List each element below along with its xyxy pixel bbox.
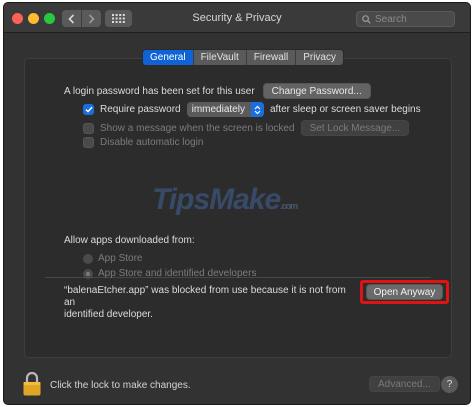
require-password-label: Require password <box>100 104 181 115</box>
watermark-logo: TipsMake.com <box>152 183 298 216</box>
search-input[interactable] <box>375 13 450 25</box>
require-password-checkbox[interactable] <box>83 104 94 115</box>
advanced-button[interactable]: Advanced... <box>369 376 440 392</box>
search-icon <box>362 14 371 24</box>
checkmark-icon <box>84 106 93 113</box>
lock-icon[interactable] <box>22 371 42 397</box>
radio-app-store-label: App Store <box>98 253 143 264</box>
disable-auto-login-label: Disable automatic login <box>100 137 204 148</box>
dropdown-arrows-icon <box>250 102 264 117</box>
radio-app-store-row: App Store <box>83 253 142 264</box>
help-button[interactable]: ? <box>441 376 458 393</box>
radio-identified-label: App Store and identified developers <box>98 268 257 279</box>
show-message-row: Show a message when the screen is locked… <box>83 120 410 136</box>
tab-filevault[interactable]: FileVault <box>192 50 246 65</box>
downloads-heading: Allow apps downloaded from: <box>64 235 195 246</box>
show-message-label: Show a message when the screen is locked <box>100 122 295 134</box>
login-password-row: A login password has been set for this u… <box>64 83 371 99</box>
blocked-message-line1: “balenaEtcher.app” was blocked from use … <box>64 285 346 308</box>
tab-firewall[interactable]: Firewall <box>245 50 295 65</box>
tab-privacy[interactable]: Privacy <box>295 50 343 65</box>
radio-app-store[interactable] <box>83 253 93 264</box>
require-password-dropdown[interactable]: immediately <box>186 102 264 117</box>
set-lock-message-button[interactable]: Set Lock Message... <box>300 120 410 136</box>
preferences-window: Security & Privacy General FileVault Fir… <box>3 2 471 405</box>
show-message-checkbox[interactable] <box>83 122 94 134</box>
tab-general[interactable]: General <box>143 50 193 65</box>
open-anyway-highlight: Open Anyway <box>360 280 449 304</box>
search-field[interactable] <box>356 11 455 27</box>
tab-bar: General FileVault Firewall Privacy <box>142 49 344 66</box>
lock-text: Click the lock to make changes. <box>50 380 191 391</box>
disable-auto-login-checkbox[interactable] <box>83 137 94 148</box>
dropdown-value: immediately <box>191 104 245 115</box>
login-password-text: A login password has been set for this u… <box>64 85 255 97</box>
blocked-message: “balenaEtcher.app” was blocked from use … <box>64 285 354 321</box>
radio-identified-row: App Store and identified developers <box>83 268 256 279</box>
require-password-suffix: after sleep or screen saver begins <box>269 104 421 115</box>
blocked-message-line2: identified developer. <box>64 309 153 320</box>
disable-auto-login-row: Disable automatic login <box>83 137 203 148</box>
change-password-button[interactable]: Change Password... <box>262 83 371 99</box>
title-bar: Security & Privacy <box>4 3 470 33</box>
downloads-heading-row: Allow apps downloaded from: <box>64 235 195 246</box>
open-anyway-button[interactable]: Open Anyway <box>365 284 444 300</box>
require-password-row: Require password immediately after sleep… <box>83 102 421 117</box>
radio-identified-developers[interactable] <box>83 268 93 279</box>
